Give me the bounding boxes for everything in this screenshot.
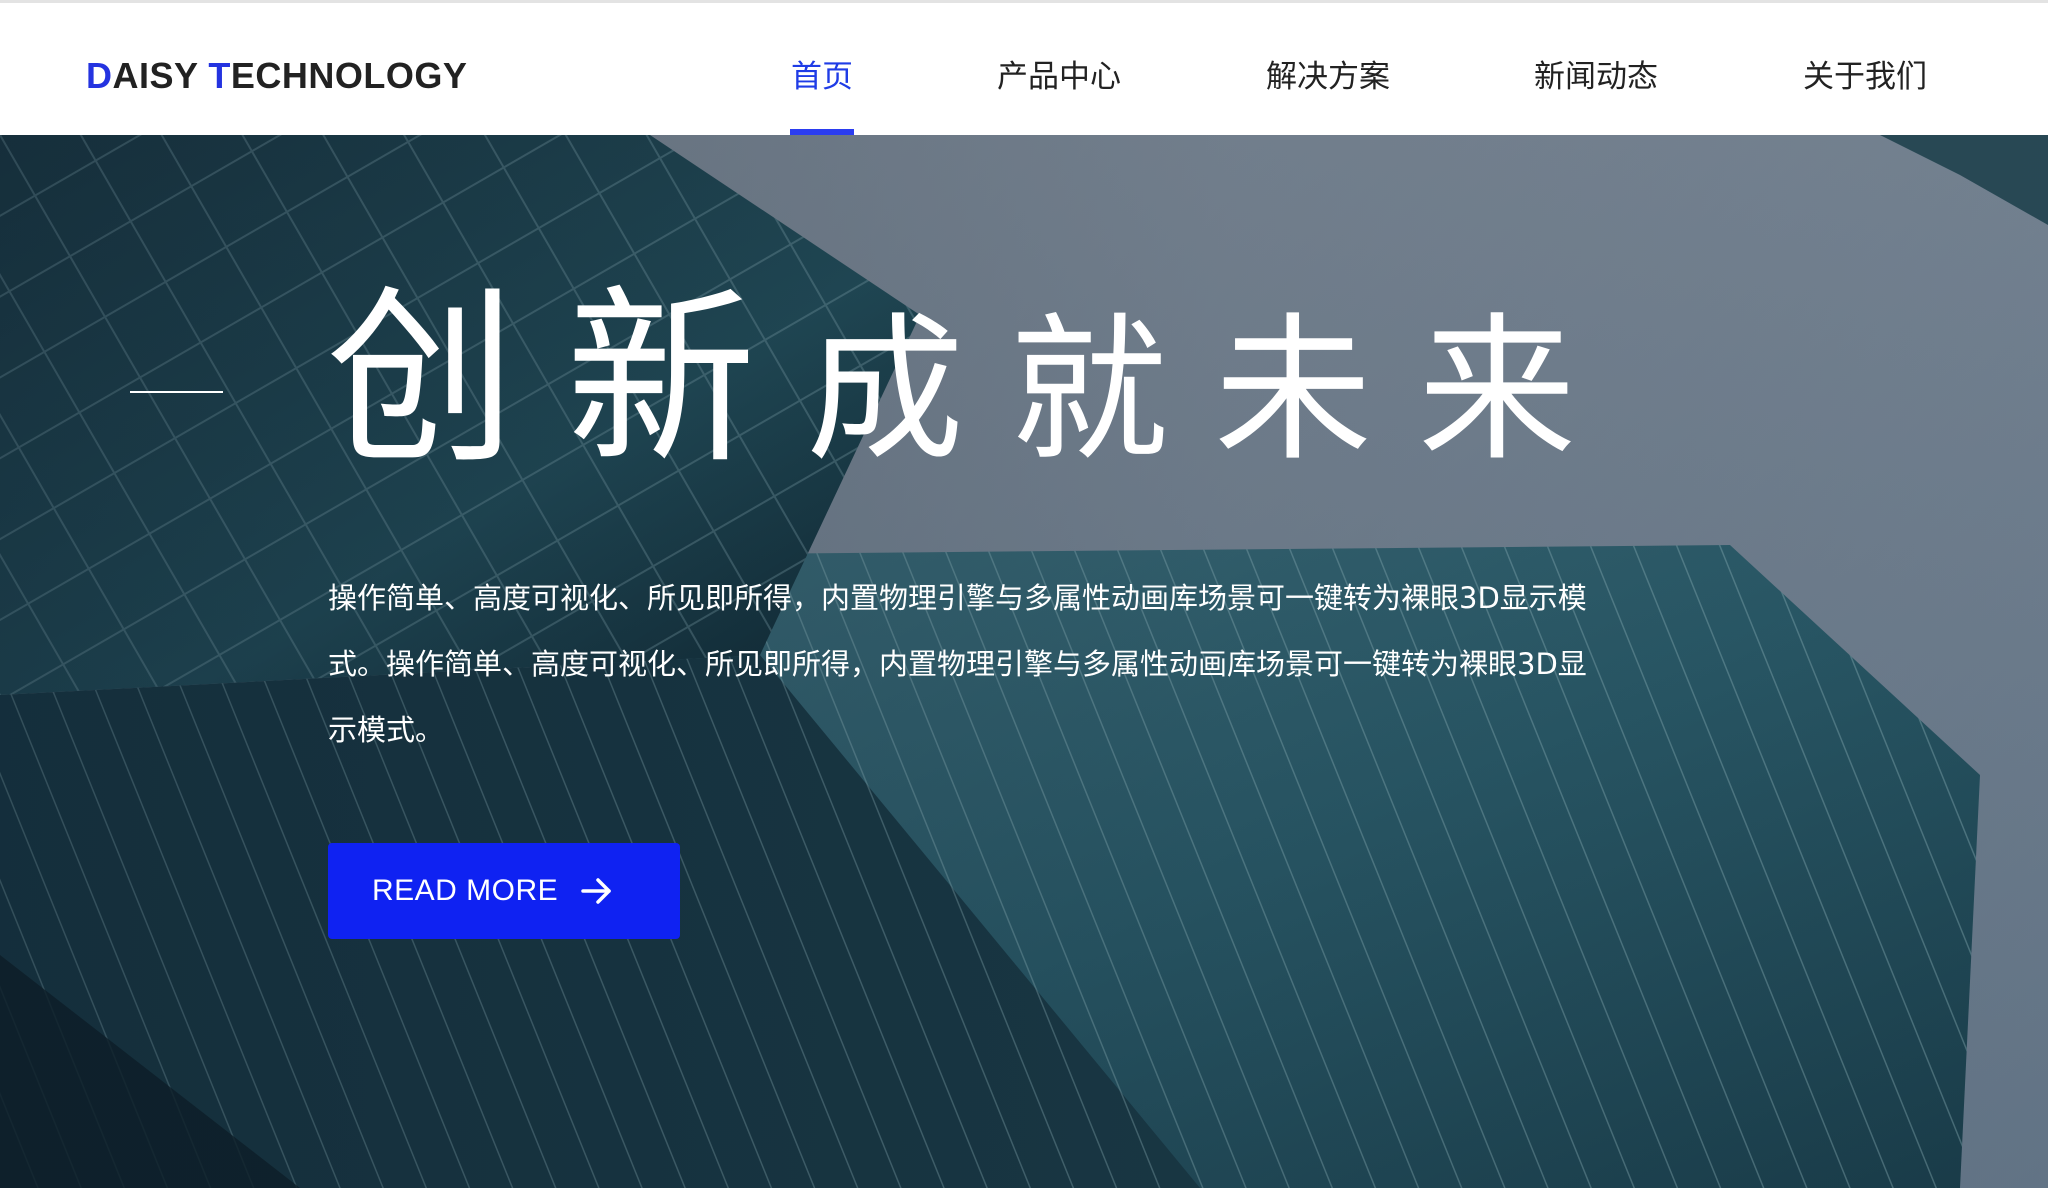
hero-title-dash (130, 391, 223, 393)
read-more-button[interactable]: READ MORE (328, 843, 680, 939)
nav-item-news[interactable]: 新闻动态 (1534, 51, 1658, 135)
hero-title: 创新成就未来 (326, 285, 1622, 475)
hero-description: 操作简单、高度可视化、所见即所得，内置物理引擎与多属性动画库场景可一键转为裸眼3… (328, 581, 1587, 747)
read-more-label: READ MORE (372, 874, 559, 907)
nav-item-solutions[interactable]: 解决方案 (1266, 51, 1390, 135)
hero-banner: 创新成就未来 操作简单、高度可视化、所见即所得，内置物理引擎与多属性动画库场景可… (0, 135, 2048, 1188)
main-nav: 首页 产品中心 解决方案 新闻动态 关于我们 (0, 3, 2048, 135)
nav-item-home[interactable]: 首页 (790, 51, 854, 135)
hero-title-rest: 成就未来 (806, 299, 1623, 483)
page: DAISY TECHNOLOGY 首页 产品中心 解决方案 新闻动态 关于我们 (0, 0, 2048, 1188)
nav-item-label: 解决方案 (1266, 59, 1390, 95)
nav-item-products[interactable]: 产品中心 (997, 51, 1121, 135)
nav-item-label: 首页 (791, 59, 853, 95)
nav-item-label: 新闻动态 (1534, 59, 1658, 95)
hero-title-emphasis: 创新 (326, 269, 807, 490)
site-header: DAISY TECHNOLOGY 首页 产品中心 解决方案 新闻动态 关于我们 (0, 0, 2048, 135)
arrow-right-icon (581, 878, 611, 904)
nav-item-about[interactable]: 关于我们 (1803, 51, 1927, 135)
nav-item-label: 关于我们 (1803, 59, 1927, 95)
nav-item-label: 产品中心 (997, 59, 1121, 95)
